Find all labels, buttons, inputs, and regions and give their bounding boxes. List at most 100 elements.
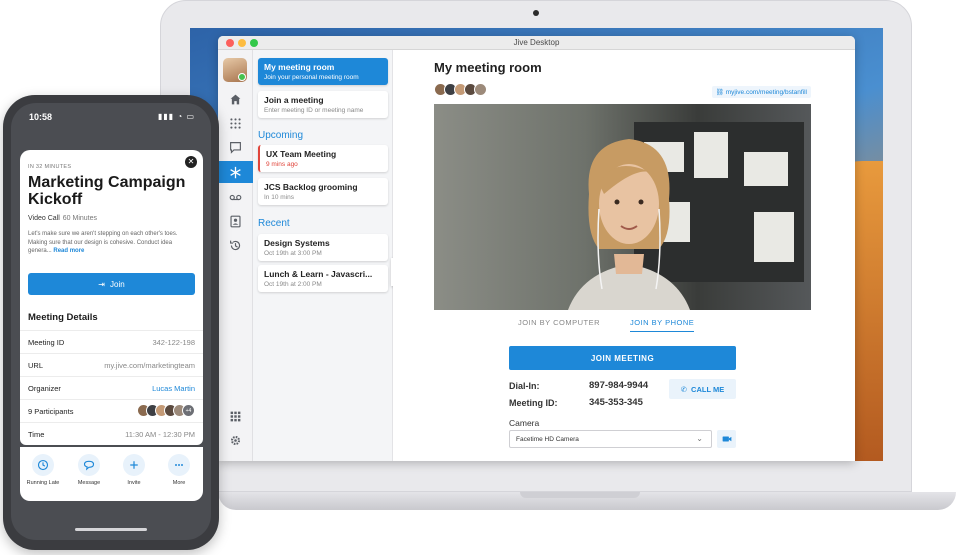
chat-icon[interactable] [218, 136, 253, 158]
card-title: Join a meeting [264, 95, 324, 105]
nav-rail [218, 50, 253, 461]
status-bar: 10:58 ▮▮▮ ◔ ▭ [11, 103, 211, 129]
more-participants-count: +4 [182, 404, 195, 417]
camera-select[interactable]: Facetime HD Camera ⌄ [509, 430, 712, 448]
detail-row: Organizer Lucas Martin [20, 376, 203, 399]
action-label: More [172, 480, 186, 486]
phone-screen: 10:58 ▮▮▮ ◔ ▭ ✕ IN 32 MINUTES Marketing … [11, 103, 211, 540]
join-meeting-card[interactable]: Join a meeting Enter meeting ID or meeti… [258, 91, 388, 118]
organizer-link[interactable]: Lucas Martin [152, 384, 195, 393]
detail-row: Time 11:30 AM - 12:30 PM [20, 422, 203, 445]
card-title: Design Systems [264, 238, 330, 248]
settings-icon[interactable] [218, 429, 253, 451]
meeting-details-heading: Meeting Details [28, 312, 98, 323]
join-label: Join [110, 279, 125, 289]
call-me-label: CALL ME [691, 384, 725, 394]
jive-desktop-window: Jive Desktop My meeting room Join your p… [218, 36, 855, 461]
card-subtitle: Enter meeting ID or meeting name [264, 107, 364, 114]
description-text: Let's make sure we aren't stepping on ea… [28, 231, 178, 254]
detail-key: URL [28, 361, 44, 370]
detail-row[interactable]: 9 Participants +4 [20, 399, 203, 422]
my-meeting-room-card[interactable]: My meeting room Join your personal meeti… [258, 58, 388, 85]
camera-select-value: Facetime HD Camera [516, 436, 579, 443]
detail-value: 342-122-198 [152, 338, 195, 347]
action-label: Invite [127, 480, 141, 486]
participant-avatars: +4 [137, 404, 195, 417]
meeting-room-pane: My meeting room ⛓ myjive.com/meeting/bst… [393, 50, 855, 461]
detail-key: 9 Participants [28, 407, 74, 416]
tab-join-by-computer[interactable]: JOIN BY COMPUTER [518, 318, 600, 327]
join-button[interactable]: ⇥ Join [28, 273, 195, 295]
card-title: JCS Backlog grooming [264, 182, 358, 192]
apps-icon[interactable] [218, 405, 253, 427]
join-icon: ⇥ [98, 279, 105, 289]
history-icon[interactable] [218, 234, 253, 256]
more-button[interactable]: More [158, 454, 200, 486]
card-title: My meeting room [264, 62, 335, 72]
meeting-countdown: IN 32 MINUTES [28, 164, 72, 170]
phone-icon: ✆ [680, 384, 688, 394]
detail-row: Meeting ID 342-122-198 [20, 330, 203, 353]
dialin-number: 897-984-9944 [589, 380, 649, 391]
read-more-link[interactable]: Read more [53, 248, 84, 254]
meeting-duration: 60 Minutes [62, 215, 98, 222]
card-title: Lunch & Learn - Javascri... [264, 269, 373, 279]
voicemail-icon[interactable] [218, 186, 253, 208]
card-subtitle: In 10 mins [264, 194, 294, 201]
action-bar: Running Late Message Invite More [20, 447, 203, 501]
close-icon[interactable]: ✕ [185, 156, 197, 168]
recent-meeting-item[interactable]: Design Systems Oct 19th at 3:00 PM [258, 234, 388, 261]
video-camera-icon [722, 436, 731, 442]
clock-icon [32, 454, 54, 476]
dialin-label: Dial-In: [509, 381, 540, 391]
action-label: Running Late [26, 480, 60, 486]
card-subtitle: Oct 19th at 3:00 PM [264, 250, 322, 257]
message-button[interactable]: Message [68, 454, 110, 486]
join-method-tabs: JOIN BY COMPUTER JOIN BY PHONE [434, 318, 811, 336]
home-icon[interactable] [218, 88, 253, 110]
message-icon [78, 454, 100, 476]
home-indicator[interactable] [75, 528, 147, 531]
detail-key: Organizer [28, 384, 61, 393]
detail-key: Meeting ID [28, 338, 65, 347]
detail-row: URL my.jive.com/marketingteam [20, 353, 203, 376]
meeting-detail-sheet: ✕ IN 32 MINUTES Marketing Campaign Kicko… [20, 150, 203, 445]
detail-key: Time [28, 430, 45, 439]
call-me-button[interactable]: ✆ CALL ME [669, 379, 736, 399]
meeting-title: Marketing Campaign Kickoff [28, 174, 186, 208]
recent-meeting-item[interactable]: Lunch & Learn - Javascri... Oct 19th at … [258, 265, 388, 292]
avatar [474, 83, 487, 96]
more-icon [168, 454, 190, 476]
window-titlebar: Jive Desktop [218, 36, 855, 50]
page-title: My meeting room [434, 60, 542, 75]
meetings-icon[interactable] [218, 161, 253, 183]
room-link[interactable]: ⛓ myjive.com/meeting/bstanfill [711, 86, 811, 98]
running-late-button[interactable]: Running Late [22, 454, 64, 486]
tab-join-by-phone[interactable]: JOIN BY PHONE [630, 318, 695, 332]
phone-device: 10:58 ▮▮▮ ◔ ▭ ✕ IN 32 MINUTES Marketing … [3, 95, 219, 550]
upcoming-meeting-item[interactable]: JCS Backlog grooming In 10 mins [258, 178, 388, 205]
card-subtitle: 9 mins ago [266, 161, 298, 168]
camera-label: Camera [509, 418, 540, 428]
detail-value[interactable]: my.jive.com/marketingteam [104, 361, 195, 370]
upcoming-meeting-item[interactable]: UX Team Meeting 9 mins ago [258, 145, 388, 172]
meeting-id-value: 345-353-345 [589, 397, 643, 408]
laptop-notch [520, 492, 640, 498]
chevron-down-icon: ⌄ [696, 434, 703, 443]
meeting-description: Let's make sure we aren't stepping on ea… [28, 230, 196, 256]
camera-toggle-button[interactable] [717, 430, 736, 448]
status-time: 10:58 [29, 112, 53, 122]
join-meeting-button[interactable]: JOIN MEETING [509, 346, 736, 370]
meeting-list-column: My meeting room Join your personal meeti… [253, 50, 393, 461]
contacts-icon[interactable] [218, 210, 253, 232]
meeting-type: Video Call 60 Minutes [28, 215, 97, 222]
dialpad-icon[interactable] [218, 112, 253, 134]
presenter-figure [568, 139, 690, 310]
meeting-id-label: Meeting ID: [509, 398, 558, 408]
invite-button[interactable]: Invite [113, 454, 155, 486]
signal-wifi-battery-icon: ▮▮▮ ◔ ▭ [157, 112, 195, 121]
video-preview [434, 104, 811, 310]
user-avatar[interactable] [223, 58, 247, 82]
action-label: Message [77, 480, 101, 486]
meeting-kind: Video Call [28, 215, 60, 222]
